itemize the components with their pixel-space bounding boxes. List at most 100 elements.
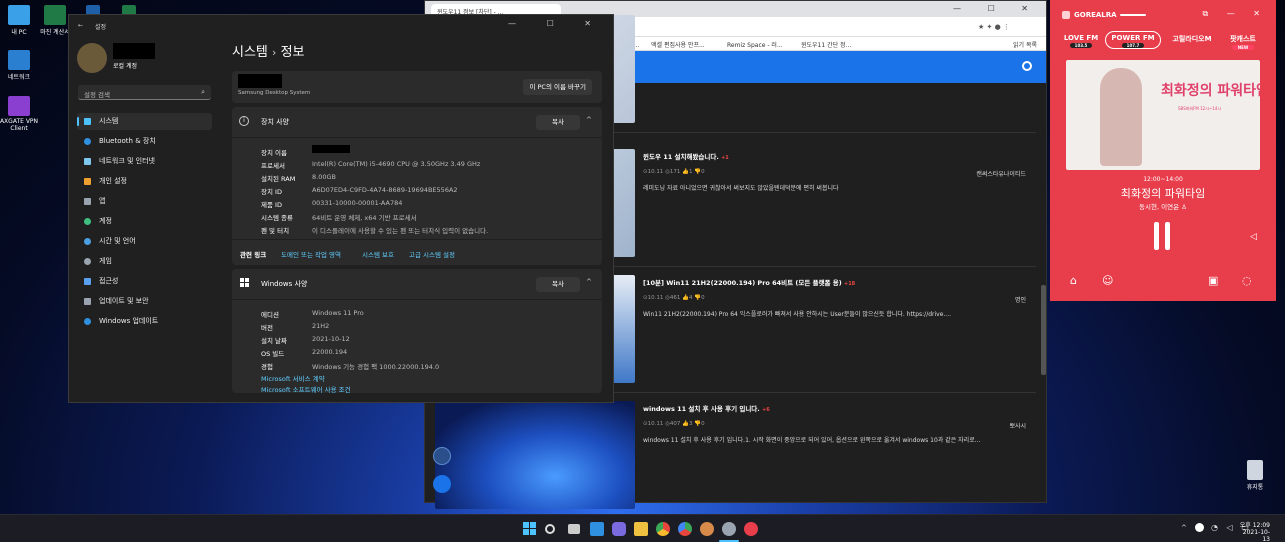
copy-button[interactable]: 복사 [536, 115, 580, 130]
list-item[interactable]: windows 11 설치 후 사용 후기 입니다. +6 ⊙10.11 ◎40… [425, 397, 1036, 519]
sidebar-item-time-language[interactable]: 시간 및 언어 [77, 233, 212, 250]
window-controls[interactable]: — ☐ ✕ [508, 19, 605, 28]
divider [232, 137, 602, 138]
spec-value: 2021-10-12 [312, 335, 350, 343]
person-icon: ♙ [1181, 203, 1187, 211]
chat-icon[interactable]: ◌ [1242, 274, 1252, 287]
desktop-icon-network[interactable]: 네트워크 [0, 50, 41, 81]
chrome-icon[interactable] [656, 522, 670, 536]
radio-app-window: GOREALRA ⧉ — ✕ LOVE FM 103.5 POWER FM 107.… [1050, 0, 1276, 301]
desktop-icon-label: AXGATE VPN Client [0, 118, 39, 132]
channel-gorilla-radio[interactable]: 고릴라디오M [1168, 34, 1216, 44]
file-explorer-icon[interactable] [634, 522, 648, 536]
globe-icon [84, 238, 91, 245]
spec-key: 프로세서 [261, 162, 285, 170]
section-title: Windows 사양 [261, 280, 308, 288]
pause-button[interactable] [1154, 222, 1172, 250]
app-icon[interactable] [700, 522, 714, 536]
license-terms-link[interactable]: Microsoft 소프트웨어 사용 조건 [261, 384, 351, 394]
channel-love-fm[interactable]: LOVE FM 103.5 [1062, 34, 1100, 48]
chevron-up-icon[interactable]: ^ [586, 116, 592, 124]
divider [232, 239, 602, 240]
sidebar-item-network[interactable]: 네트워크 및 인터넷 [77, 153, 212, 170]
radio-logo-icon [1062, 11, 1070, 19]
start-button[interactable] [523, 522, 537, 536]
home-icon[interactable]: ⌂ [1070, 274, 1077, 287]
info-icon: i [239, 116, 249, 126]
chevron-up-icon[interactable]: ^ [586, 278, 592, 286]
community-icon[interactable]: ☺ [1102, 274, 1113, 287]
bluetooth-icon [84, 138, 91, 145]
post-title[interactable]: 윈도우 11 설치해봤습니다. +1 [643, 151, 729, 161]
post-title[interactable]: [10분] Win11 21H2(22000.194) Pro 64비트 (모든… [643, 277, 855, 287]
window-controls[interactable]: ⧉ — ✕ [1202, 9, 1268, 19]
post-thumbnail[interactable] [435, 401, 635, 509]
rename-pc-button[interactable]: 이 PC의 이름 바꾸기 [523, 79, 592, 95]
search-placeholder: 설정 검색 [84, 91, 110, 99]
widgets-icon[interactable] [590, 522, 604, 536]
sidebar-item-bluetooth[interactable]: Bluetooth & 장치 [77, 133, 212, 150]
advanced-settings-link[interactable]: 고급 시스템 설정 [409, 249, 455, 259]
volume-icon[interactable]: ◁ [1250, 232, 1257, 242]
sidebar-item-update-security[interactable]: 업데이트 및 보안 [77, 293, 212, 310]
spec-key: 설치된 RAM [261, 175, 296, 183]
task-view-icon[interactable] [568, 524, 580, 534]
chat-icon[interactable] [612, 522, 626, 536]
post-meta: ⊙10.11 ◎407 👍3 👎0 [643, 421, 705, 427]
account-name-redacted [113, 43, 155, 59]
related-links-label: 관련 링크 [240, 251, 267, 259]
apps-icon [84, 198, 91, 205]
service-agreement-link[interactable]: Microsoft 서비스 계약 [261, 373, 325, 383]
device-name-redacted [312, 145, 350, 153]
system-protection-link[interactable]: 시스템 보호 [362, 249, 394, 259]
window-title: 설정 [95, 24, 107, 31]
spec-key: 펜 및 터치 [261, 227, 290, 235]
tray-app-icon[interactable] [1195, 523, 1204, 532]
desktop-icon-vpn[interactable]: AXGATE VPN Client [0, 96, 41, 132]
desktop-icon-recycle-bin[interactable]: 휴지통 [1233, 460, 1277, 491]
channel-power-fm[interactable]: POWER FM 107.7 [1107, 34, 1159, 48]
breadcrumb-parent[interactable]: 시스템 [232, 45, 268, 60]
back-icon[interactable]: ← [78, 22, 83, 29]
copy-button[interactable]: 복사 [536, 277, 580, 292]
account-icon [84, 218, 91, 225]
clock[interactable]: 오후 12:09 2021-10-13 [1238, 520, 1270, 542]
avatar[interactable] [77, 43, 107, 73]
post-author[interactable]: 명인 [1015, 295, 1026, 304]
settings-titlebar: ← 설정 — ☐ ✕ [69, 15, 613, 37]
domain-link[interactable]: 도메인 또는 작업 영역 [281, 249, 341, 259]
radio-icon[interactable]: ▣ [1208, 274, 1218, 287]
sidebar-item-system[interactable]: 시스템 [77, 113, 212, 130]
post-title[interactable]: windows 11 설치 후 사용 후기 입니다. +6 [643, 403, 770, 413]
search-icon[interactable] [545, 524, 555, 534]
scroll-up-button[interactable] [433, 447, 451, 465]
spec-key: 경험 [261, 363, 273, 371]
scrollbar[interactable] [1041, 285, 1046, 375]
chrome-icon[interactable] [678, 522, 692, 536]
brush-icon [84, 178, 91, 185]
chevron-up-icon[interactable]: ^ [1181, 524, 1187, 532]
sidebar-item-accounts[interactable]: 계정 [77, 213, 212, 230]
sidebar-item-apps[interactable]: 앱 [77, 193, 212, 210]
post-author[interactable]: 캔써스타유나이티드 [976, 169, 1026, 178]
device-model: Samsung Desktop System [238, 90, 311, 96]
device-specs-card: i 장치 사양 복사 ^ 장치 이름 프로세서 Intel(R) Core(TM… [232, 107, 602, 265]
search-icon: ⌕ [201, 88, 205, 96]
menu-button[interactable] [433, 475, 451, 493]
sidebar-item-personalization[interactable]: 개인 설정 [77, 173, 212, 190]
search-input[interactable]: 설정 검색 ⌕ [78, 85, 211, 100]
radio-app-icon[interactable] [744, 522, 758, 536]
sidebar-item-windows-update[interactable]: Windows 업데이트 [77, 313, 212, 330]
spec-key: 장치 ID [261, 188, 282, 196]
post-author[interactable]: 뽀사시 [1009, 421, 1026, 430]
spec-key: 버전 [261, 324, 273, 332]
spec-value: 8.00GB [312, 173, 336, 181]
sidebar-item-accessibility[interactable]: 접근성 [77, 273, 212, 290]
settings-gear-icon[interactable] [722, 522, 736, 536]
clock-date: 2021-10-13 [1242, 529, 1270, 542]
taskbar: ^ ◔ ◁ ▭ 오후 12:09 2021-10-13 [0, 514, 1285, 542]
vpn-icon [8, 96, 30, 116]
channel-podcast[interactable]: 팟캐스트 NEW [1222, 34, 1264, 50]
divider [232, 299, 602, 300]
sidebar-item-gaming[interactable]: 게임 [77, 253, 212, 270]
